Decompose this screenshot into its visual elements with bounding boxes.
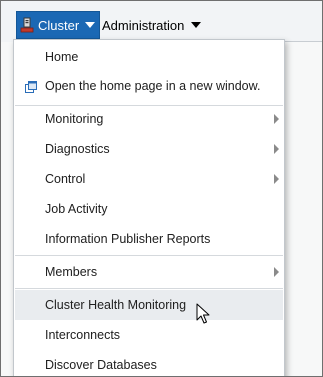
chevron-right-icon — [274, 267, 279, 277]
external-window-icon — [25, 80, 37, 93]
chevron-right-icon — [274, 114, 279, 124]
menu-item-discover-databases[interactable]: Discover Databases — [15, 350, 283, 376]
menu-separator — [15, 255, 283, 256]
menu-item-information-publisher-reports[interactable]: Information Publisher Reports — [15, 224, 283, 254]
administration-menu-label: Administration — [102, 17, 185, 33]
mouse-pointer-icon — [196, 303, 212, 325]
chevron-right-icon — [274, 174, 279, 184]
menu-item-label: Control — [45, 172, 86, 186]
menu-item-open-home-new-window[interactable]: Open the home page in a new window. — [15, 71, 283, 101]
menu-item-monitoring[interactable]: Monitoring — [15, 104, 283, 134]
cluster-dropdown-menu: Home Open the home page in a new window.… — [13, 39, 285, 376]
chevron-right-icon — [274, 144, 279, 154]
menu-item-members[interactable]: Members — [15, 257, 283, 287]
chevron-down-icon — [191, 22, 202, 28]
menu-item-label: Cluster Health Monitoring — [45, 298, 187, 312]
menu-item-cluster-health-monitoring[interactable]: Cluster Health Monitoring — [15, 290, 283, 320]
cluster-menu-label: Cluster — [38, 17, 80, 33]
menu-item-label: Discover Databases — [45, 358, 157, 372]
menu-item-diagnostics[interactable]: Diagnostics — [15, 134, 283, 164]
menu-item-interconnects[interactable]: Interconnects — [15, 320, 283, 350]
menu-item-home[interactable]: Home — [15, 42, 283, 72]
menu-item-label: Open the home page in a new window. — [45, 79, 261, 93]
menu-item-label: Home — [45, 50, 79, 64]
menu-item-label: Diagnostics — [45, 142, 110, 156]
administration-menu-button[interactable]: Administration — [102, 11, 202, 39]
cluster-target-icon — [20, 17, 34, 33]
menu-item-control[interactable]: Control — [15, 164, 283, 194]
menu-separator — [15, 288, 283, 289]
menu-item-label: Information Publisher Reports — [45, 232, 211, 246]
cluster-menu-button[interactable]: Cluster — [16, 11, 100, 39]
menu-item-label: Interconnects — [45, 328, 121, 342]
menu-item-label: Job Activity — [45, 202, 108, 216]
app-window: Cluster Administration Home Open the hom… — [0, 0, 323, 377]
menu-item-label: Members — [45, 265, 98, 279]
menu-item-job-activity[interactable]: Job Activity — [15, 194, 283, 224]
menu-bar: Cluster Administration — [1, 1, 322, 42]
menu-item-label: Monitoring — [45, 112, 104, 126]
chevron-down-icon — [85, 22, 96, 28]
